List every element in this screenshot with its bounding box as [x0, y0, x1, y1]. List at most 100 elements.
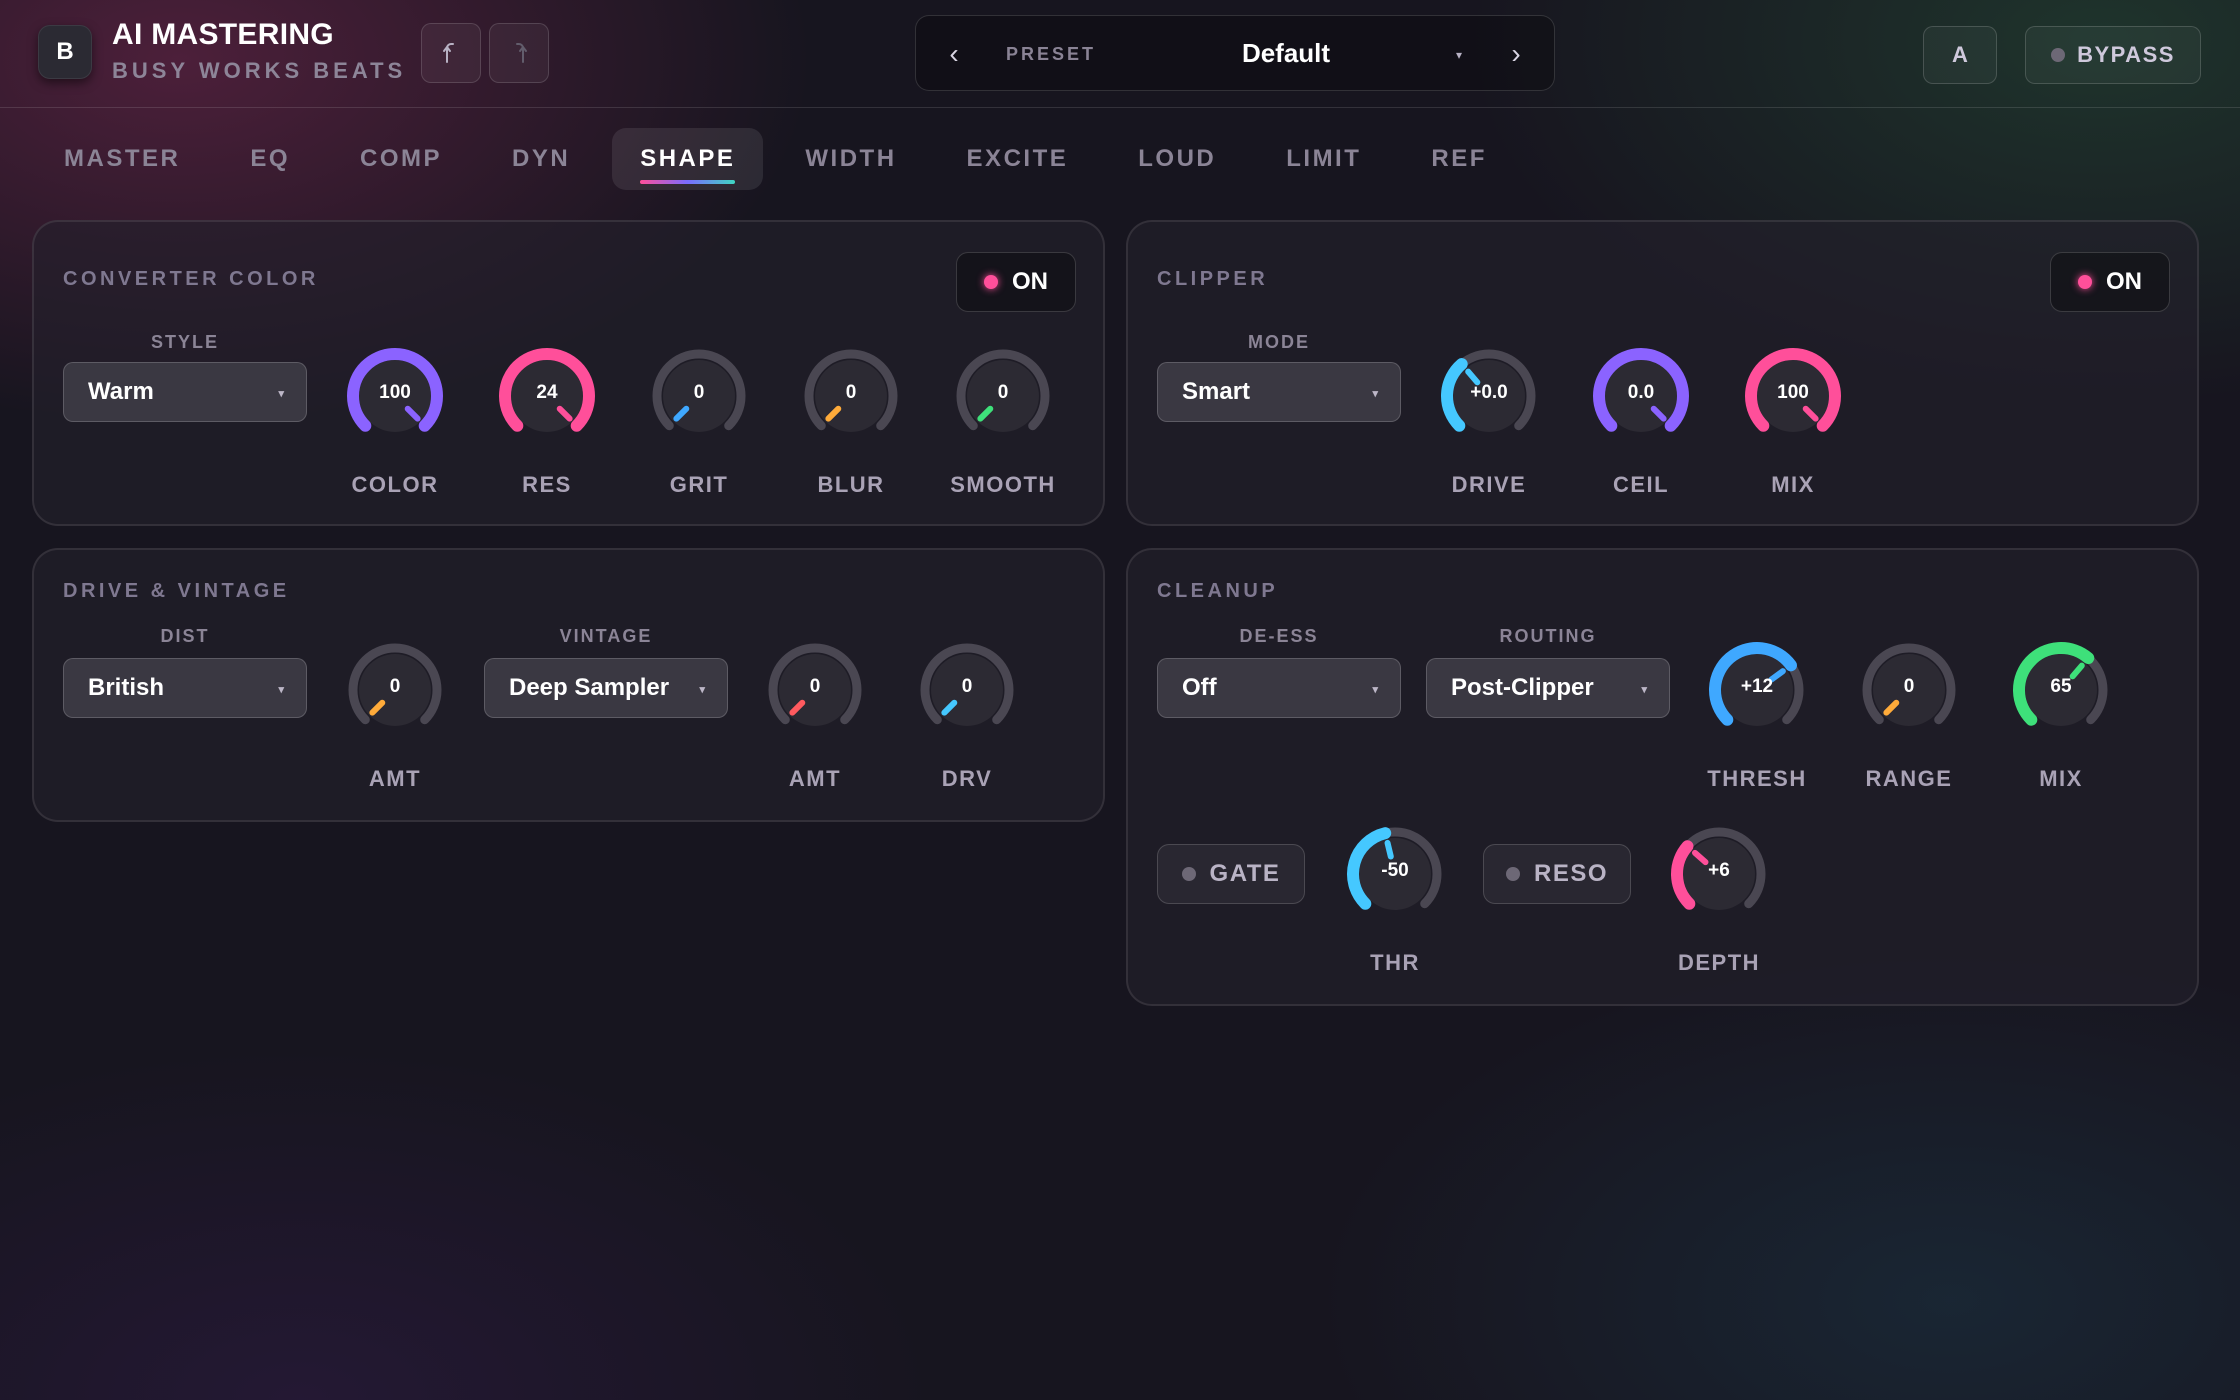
- gate-button[interactable]: GATE: [1157, 844, 1305, 904]
- knob-depth[interactable]: +6: [1671, 826, 1767, 922]
- mode-value: Smart: [1182, 378, 1251, 405]
- knob-value: 24: [536, 382, 558, 403]
- tab-dyn[interactable]: DYN: [484, 128, 598, 190]
- routing-dropdown[interactable]: Post-Clipper ▾: [1426, 658, 1670, 718]
- knob-value: -50: [1381, 860, 1409, 881]
- bypass-label: BYPASS: [2077, 42, 2175, 67]
- preset-name[interactable]: Default: [1156, 38, 1416, 69]
- knob-amt[interactable]: 0: [347, 642, 443, 738]
- knob-label: BLUR: [817, 472, 885, 497]
- knob-thresh[interactable]: +12: [1709, 642, 1805, 738]
- reso-button[interactable]: RESO: [1483, 844, 1631, 904]
- preset-prev-button[interactable]: ‹: [934, 34, 974, 74]
- top-bar: B AI MASTERING BUSY WORKS BEATS ‹ PRESET…: [0, 0, 2240, 108]
- clipper-panel: CLIPPER ON MODE Smart ▾ +0.0 DRIVE 0.0 CEIL…: [1126, 220, 2199, 526]
- knob-value: 0: [845, 382, 857, 403]
- mode-dropdown[interactable]: Smart ▾: [1157, 362, 1401, 422]
- redo-button[interactable]: [489, 23, 549, 83]
- routing-label: ROUTING: [1499, 626, 1597, 646]
- knob-blur[interactable]: 0: [803, 348, 899, 444]
- app-subtitle: BUSY WORKS BEATS: [112, 58, 407, 83]
- knob-range[interactable]: 0: [1861, 642, 1957, 738]
- deess-dropdown[interactable]: Off ▾: [1157, 658, 1401, 718]
- knob-value: 0: [809, 676, 821, 697]
- vintage-dropdown[interactable]: Deep Sampler ▾: [484, 658, 728, 718]
- dist-dropdown[interactable]: British ▾: [63, 658, 307, 718]
- knob-label: MIX: [2039, 766, 2083, 791]
- panel-title: DRIVE & VINTAGE: [63, 580, 290, 602]
- knob-value: 0.0: [1627, 382, 1655, 403]
- tab-excite[interactable]: EXCITE: [939, 128, 1097, 190]
- style-dropdown[interactable]: Warm ▾: [63, 362, 307, 422]
- knob-mix[interactable]: 100: [1745, 348, 1841, 444]
- tab-eq[interactable]: EQ: [222, 128, 318, 190]
- undo-icon: [443, 43, 454, 63]
- converter-color-panel: CONVERTER COLOR ON STYLE Warm ▾ 100 COLOR…: [32, 220, 1105, 526]
- cleanup-panel: CLEANUP DE-ESS Off ▾ ROUTING Post-Clippe…: [1126, 548, 2199, 1006]
- knob-label: GRIT: [669, 472, 729, 497]
- dist-label: DIST: [160, 626, 210, 646]
- preset-next-button[interactable]: ›: [1496, 34, 1536, 74]
- knob-value: 0: [1903, 676, 1915, 697]
- knob-label: CEIL: [1612, 472, 1670, 497]
- panel-title: CLIPPER: [1157, 268, 1269, 290]
- knob-value: 0: [693, 382, 705, 403]
- chevron-down-icon: ▾: [1372, 388, 1378, 400]
- deess-value: Off: [1182, 674, 1217, 701]
- ab-compare-button[interactable]: A: [1923, 26, 1997, 84]
- preset-label: PRESET: [1006, 44, 1097, 64]
- redo-icon: [516, 43, 527, 63]
- knob-label: THR: [1370, 950, 1420, 975]
- power-indicator-icon: [2078, 275, 2092, 289]
- knob-value: 100: [1777, 382, 1809, 403]
- knob-color[interactable]: 100: [347, 348, 443, 444]
- tab-loud[interactable]: LOUD: [1110, 128, 1244, 190]
- knob-value: 65: [2050, 676, 2072, 697]
- tab-width[interactable]: WIDTH: [777, 128, 924, 190]
- tab-limit[interactable]: LIMIT: [1258, 128, 1389, 190]
- app-title: AI MASTERING: [112, 18, 334, 51]
- knob-value: 0: [389, 676, 401, 697]
- chevron-down-icon[interactable]: ▾: [1456, 48, 1462, 62]
- vintage-value: Deep Sampler: [509, 674, 670, 701]
- tab-ref[interactable]: REF: [1403, 128, 1515, 190]
- chevron-down-icon: ▾: [278, 388, 284, 400]
- knob-value: +0.0: [1470, 382, 1508, 403]
- knob-label: RANGE: [1865, 766, 1953, 791]
- routing-value: Post-Clipper: [1451, 674, 1594, 701]
- style-value: Warm: [88, 378, 154, 405]
- knob-value: 100: [379, 382, 411, 403]
- knob-drv[interactable]: 0: [919, 642, 1015, 738]
- preset-selector[interactable]: ‹ PRESET Default ▾ ›: [915, 15, 1555, 91]
- bypass-indicator-icon: [2051, 48, 2066, 62]
- converter-color-toggle[interactable]: ON: [956, 252, 1076, 312]
- knob-res[interactable]: 24: [499, 348, 595, 444]
- knob-smooth[interactable]: 0: [955, 348, 1051, 444]
- knob-value: +12: [1740, 676, 1774, 697]
- tab-shape[interactable]: SHAPE: [612, 128, 764, 190]
- knob-value: 0: [997, 382, 1009, 403]
- reso-indicator-icon: [1505, 867, 1520, 881]
- knob-label: MIX: [1771, 472, 1815, 497]
- tab-master[interactable]: MASTER: [36, 128, 208, 190]
- knob-drive[interactable]: +0.0: [1441, 348, 1537, 444]
- knob-thr[interactable]: -50: [1347, 826, 1443, 922]
- chevron-down-icon: ▾: [1372, 684, 1378, 696]
- knob-label: SMOOTH: [950, 472, 1056, 497]
- knob-label: AMT: [788, 766, 842, 791]
- tab-comp[interactable]: COMP: [332, 128, 470, 190]
- knob-label: RES: [522, 472, 572, 497]
- knob-amt[interactable]: 0: [767, 642, 863, 738]
- knob-value: +6: [1708, 860, 1730, 881]
- knob-ceil[interactable]: 0.0: [1593, 348, 1689, 444]
- knob-grit[interactable]: 0: [651, 348, 747, 444]
- bypass-button[interactable]: BYPASS: [2025, 26, 2201, 84]
- undo-button[interactable]: [421, 23, 481, 83]
- knob-mix[interactable]: 65: [2013, 642, 2109, 738]
- knob-label: COLOR: [351, 472, 439, 497]
- deess-label: DE-ESS: [1239, 626, 1319, 646]
- logo: B: [38, 25, 92, 79]
- panel-title: CONVERTER COLOR: [63, 268, 319, 290]
- clipper-toggle[interactable]: ON: [2050, 252, 2170, 312]
- toggle-label: ON: [2106, 268, 2142, 295]
